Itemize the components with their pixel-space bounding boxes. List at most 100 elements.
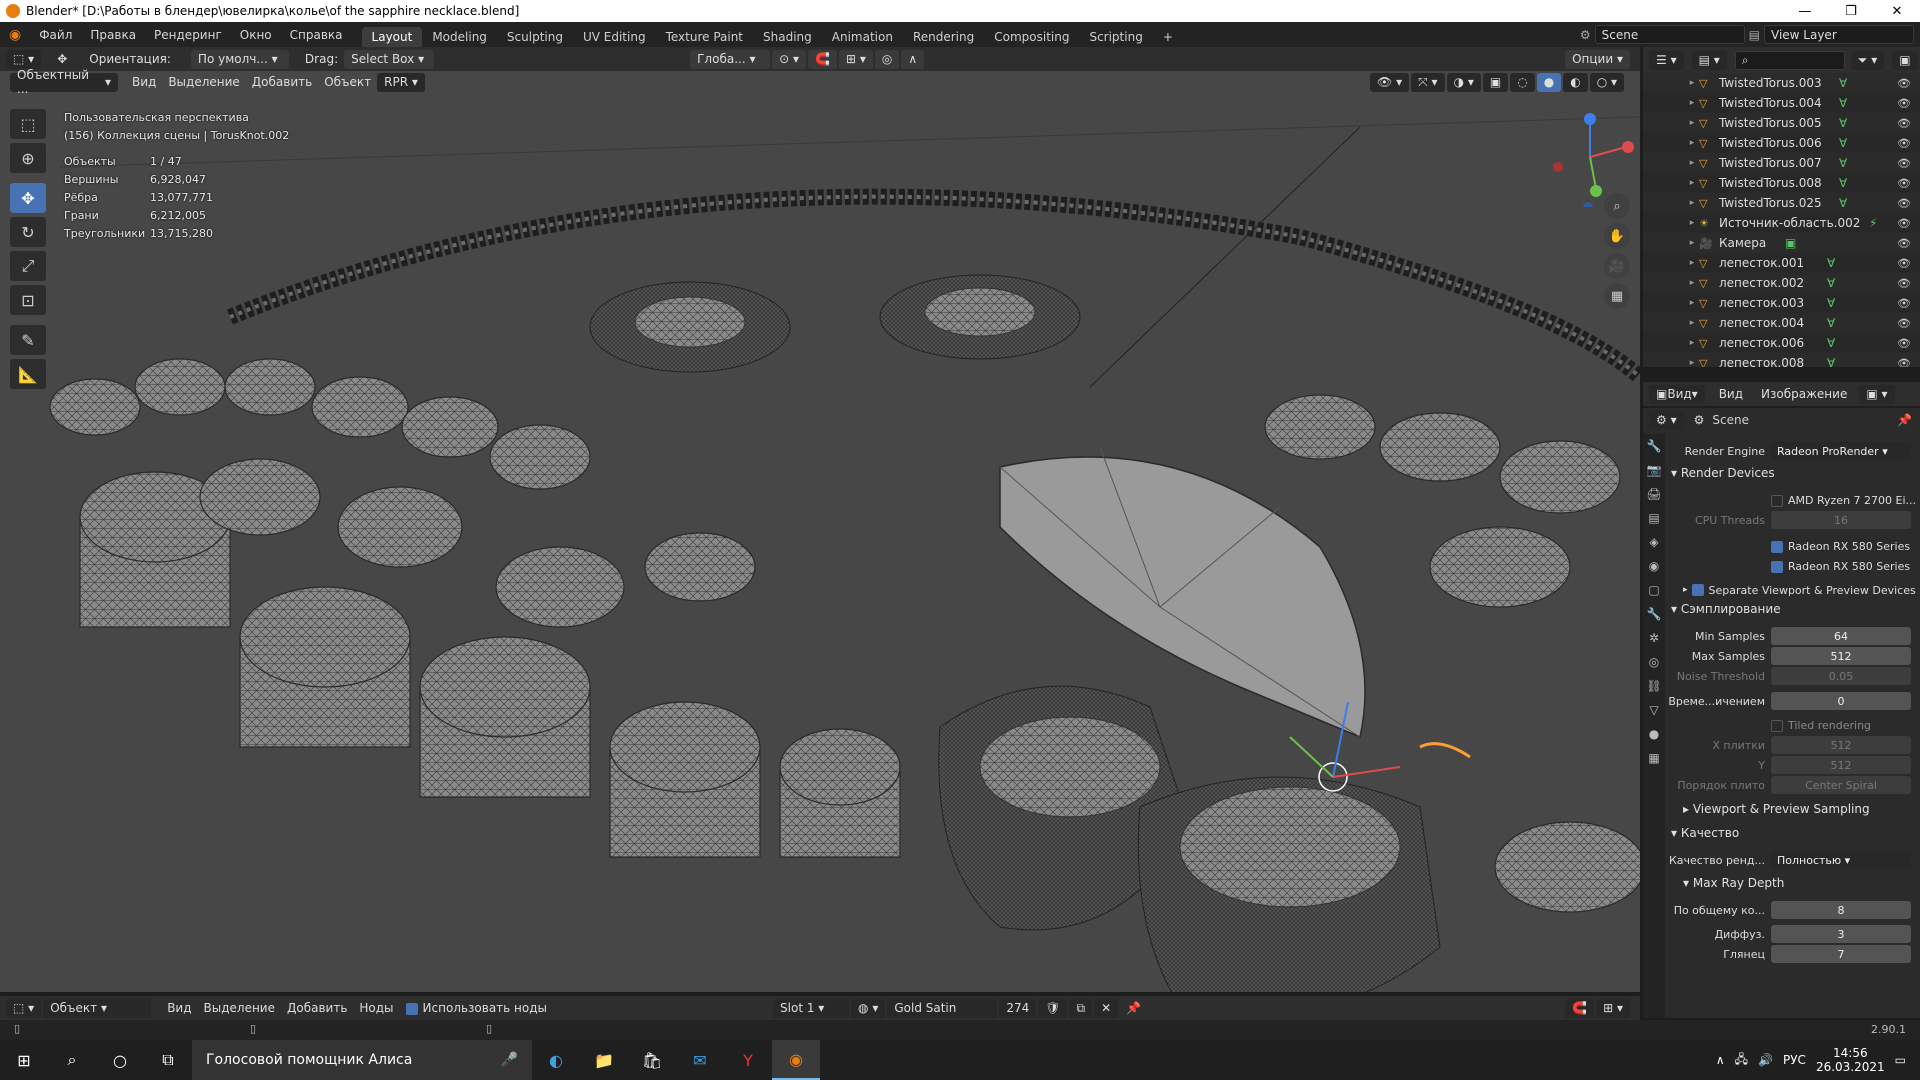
outliner-item[interactable]: ▸ ▽ лепесток.006 ∀ 👁 [1643,333,1920,353]
render-engine-dropdown[interactable]: Radeon ProRender ▾ [1771,442,1911,460]
visibility-eye-icon[interactable]: 👁 [1897,297,1911,310]
visibility-eye-icon[interactable]: 👁 [1897,117,1911,130]
viewport-sampling-section[interactable]: ▸ Viewport & Preview Sampling [1683,802,1870,816]
min-samples-field[interactable]: 64 [1771,627,1911,645]
outliner-item[interactable]: ▸ ▽ лепесток.008 ∀ 👁 [1643,353,1920,367]
falloff-button[interactable]: ∧ [901,49,925,69]
scale-tool[interactable]: ⤢ [10,251,46,281]
outliner-item[interactable]: ▸ ▽ TwistedTorus.007 ∀ 👁 [1643,153,1920,173]
shader-object-dropdown[interactable]: Объект ▾ [43,998,152,1018]
camera-view-icon[interactable]: 🎥 [1604,253,1630,279]
use-nodes-checkbox[interactable]: Использовать ноды [400,1001,554,1015]
total-depth-field[interactable]: 8 [1771,901,1911,919]
shader-menu-node[interactable]: Ноды [353,1001,399,1015]
separate-viewport-row[interactable]: ▸ Separate Viewport & Preview Devices [1683,580,1920,600]
tool-tab-icon[interactable]: 🔧 [1643,434,1665,458]
voice-assistant-search[interactable]: Голосовой помощник Алиса 🎤 [192,1040,532,1080]
search-icon[interactable]: ⌕ [48,1040,96,1080]
outliner-item[interactable]: ▸ ▽ лепесток.002 ∀ 👁 [1643,273,1920,293]
pivot-point-button[interactable]: ⊙ ▾ [772,49,807,69]
visibility-eye-icon[interactable]: 👁 [1897,177,1911,190]
menu-help[interactable]: Справка [281,28,352,42]
axis-gizmo[interactable] [1540,107,1640,207]
outliner-item[interactable]: ▸ ▽ TwistedTorus.003 ∀ 👁 [1643,73,1920,93]
restore-button[interactable]: ❐ [1828,4,1874,19]
blender-menu-icon[interactable]: ◉ [0,27,30,43]
pan-hand-icon[interactable]: ✋ [1604,223,1630,249]
options-dropdown[interactable]: Опции ▾ [1565,49,1630,69]
language-indicator[interactable]: РУС [1783,1053,1806,1067]
xray-toggle-icon[interactable]: ▣ [1482,72,1509,92]
snap-node-icon[interactable]: 🧲 [1565,998,1595,1018]
render-devices-section[interactable]: ▾ Render Devices [1671,466,1775,480]
outliner-item[interactable]: ▸ ▽ TwistedTorus.005 ∀ 👁 [1643,113,1920,133]
tab-animation[interactable]: Animation [822,27,903,47]
clock[interactable]: 14:56 26.03.2021 [1816,1046,1885,1074]
menu-edit[interactable]: Правка [81,28,145,42]
render-quality-dropdown[interactable]: Полностью ▾ [1771,851,1911,869]
cursor-tool[interactable]: ⊕ [10,143,46,173]
tab-sculpting[interactable]: Sculpting [497,27,573,47]
tab-shading[interactable]: Shading [753,27,822,47]
menu-select[interactable]: Выделение [162,75,245,89]
tiled-rendering-checkbox[interactable] [1771,719,1788,732]
outliner-item[interactable]: ▸ ☀ Источник-область.002 ⚡ 👁 [1643,213,1920,233]
constraints-tab-icon[interactable]: ⛓ [1643,674,1665,698]
max-samples-field[interactable]: 512 [1771,647,1911,665]
tab-texture-paint[interactable]: Texture Paint [656,27,753,47]
modifier-tab-icon[interactable]: 🔧 [1643,602,1665,626]
transform-tool[interactable]: ⊡ [10,285,46,315]
mail-icon[interactable]: ✉ [676,1040,724,1080]
outliner-item[interactable]: ▸ ▽ TwistedTorus.025 ∀ 👁 [1643,193,1920,213]
yandex-browser-icon[interactable]: Y [724,1040,772,1080]
image-editor-type[interactable]: ▣ Вид ▾ [1649,384,1705,404]
windows-start-icon[interactable]: ⊞ [0,1040,48,1080]
menu-image[interactable]: Изображение [1755,387,1853,401]
noise-threshold-field[interactable]: 0.05 [1771,667,1911,685]
transform-orientation-dropdown[interactable]: Глоба... ▾ [690,49,771,69]
overlay-toggle-icon[interactable]: ◑ ▾ [1446,72,1481,92]
menu-add[interactable]: Добавить [246,75,318,89]
measure-tool[interactable]: 📐 [10,359,46,389]
physics-tab-icon[interactable]: ◎ [1643,650,1665,674]
scene-tab-icon[interactable]: ◈ [1643,530,1665,554]
pin-icon[interactable]: 📌 [1897,413,1912,427]
outliner-item[interactable]: ▸ ▽ лепесток.004 ∀ 👁 [1643,313,1920,333]
material-name-field[interactable]: Gold Satin [887,998,998,1018]
outliner-item[interactable]: ▸ ▽ TwistedTorus.006 ∀ 👁 [1643,133,1920,153]
transform-pivot-icon[interactable]: ✥ [51,52,73,66]
time-limit-field[interactable]: 0 [1771,692,1911,710]
outliner-item[interactable]: ▸ ▽ TwistedTorus.008 ∀ 👁 [1643,173,1920,193]
grid-ortho-icon[interactable]: ▦ [1604,283,1630,309]
visibility-eye-icon[interactable]: 👁 [1897,337,1911,350]
material-tab-icon[interactable]: ● [1643,722,1665,746]
visibility-eye-icon[interactable]: 👁 [1897,97,1911,110]
drag-dropdown[interactable]: Select Box ▾ [344,49,435,69]
network-icon[interactable]: 🖧 [1735,1050,1748,1071]
task-view-icon[interactable]: ⧉ [144,1040,192,1080]
gizmo-toggle-icon[interactable]: ⤧ ▾ [1411,72,1445,92]
visibility-eye-icon[interactable]: 👁 [1897,277,1911,290]
cortana-icon[interactable]: ○ [96,1040,144,1080]
output-tab-icon[interactable]: 🖨 [1643,482,1665,506]
texture-tab-icon[interactable]: ▦ [1643,746,1665,770]
file-explorer-icon[interactable]: 📁 [580,1040,628,1080]
pin-material-icon[interactable]: 📌 [1120,1001,1147,1015]
store-icon[interactable]: 🛍 [628,1040,676,1080]
shader-menu-add[interactable]: Добавить [281,1001,353,1015]
max-ray-depth-section[interactable]: ▾ Max Ray Depth [1683,876,1784,890]
move-tool[interactable]: ✥ [10,183,46,213]
rpr-menu[interactable]: RPR ▾ [377,72,425,92]
tab-scripting[interactable]: Scripting [1079,27,1152,47]
menu-view-2[interactable]: Вид [1713,387,1749,401]
diffuse-depth-field[interactable]: 3 [1771,925,1911,943]
slot-dropdown[interactable]: Slot 1 ▾ [773,998,850,1018]
visibility-eye-icon[interactable]: 👁 [1897,357,1911,368]
glossy-depth-field[interactable]: 7 [1771,945,1911,963]
visibility-eye-icon[interactable]: 👁 [1897,137,1911,150]
zoom-icon[interactable]: ⌕ [1604,193,1630,219]
gpu1-checkbox[interactable] [1771,540,1788,553]
image-browse-icon[interactable]: ▣ ▾ [1859,384,1895,404]
snap-button[interactable]: 🧲 [808,49,837,69]
notifications-icon[interactable]: ▭ [1895,1053,1906,1067]
